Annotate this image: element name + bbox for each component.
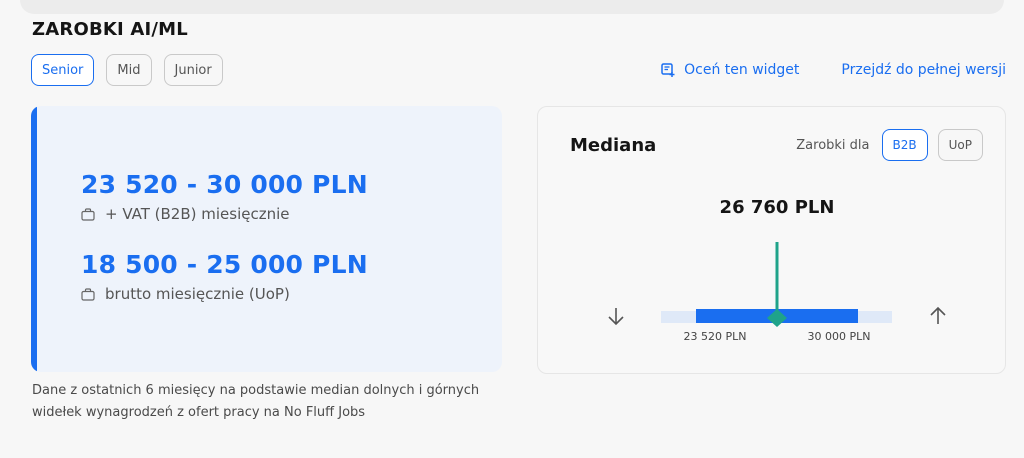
range-lower-label: 23 520 PLN: [684, 330, 747, 343]
range-upper-label: 30 000 PLN: [808, 330, 871, 343]
salary-b2b: 23 520 - 30 000 PLN + VAT (B2B) miesięcz…: [81, 170, 368, 223]
rate-widget-label: Oceń ten widget: [684, 62, 800, 78]
salary-b2b-range: 23 520 - 30 000 PLN: [81, 170, 368, 199]
top-strip-bar: [20, 0, 1004, 14]
median-range-graphic: 23 520 PLN 30 000 PLN: [608, 242, 946, 343]
salary-b2b-desc-label: + VAT (B2B) miesięcznie: [105, 205, 290, 223]
tab-mid[interactable]: Mid: [106, 54, 152, 86]
arrow-down-icon: [608, 308, 624, 326]
header-links: Oceń ten widget Przejdź do pełnej wersji: [660, 62, 1006, 78]
briefcase-icon: [81, 207, 95, 221]
salary-uop-desc: brutto miesięcznie (UoP): [81, 285, 368, 303]
salary-card-accent: [31, 106, 37, 372]
rate-widget-link[interactable]: Oceń ten widget: [660, 62, 799, 78]
level-tabs: Senior Mid Junior: [31, 54, 223, 86]
salary-card: 23 520 - 30 000 PLN + VAT (B2B) miesięcz…: [31, 106, 502, 372]
top-strip: [0, 0, 1024, 14]
median-card: Mediana Zarobki dla B2B UoP 26 760 PLN 2…: [537, 106, 1006, 374]
rate-widget-icon: [661, 63, 675, 77]
full-version-link[interactable]: Przejdź do pełnej wersji: [841, 62, 1006, 78]
briefcase-icon: [81, 287, 95, 301]
tab-junior[interactable]: Junior: [163, 54, 223, 86]
data-source-note: Dane z ostatnich 6 miesięcy na podstawie…: [32, 383, 480, 420]
salary-uop-range: 18 500 - 25 000 PLN: [81, 250, 368, 279]
salary-b2b-desc: + VAT (B2B) miesięcznie: [81, 205, 368, 223]
tab-senior[interactable]: Senior: [31, 54, 95, 86]
page-title: ZAROBKI AI/ML: [32, 19, 188, 40]
arrow-up-icon: [930, 306, 946, 324]
salary-uop-desc-label: brutto miesięcznie (UoP): [105, 285, 290, 303]
salary-uop: 18 500 - 25 000 PLN brutto miesięcznie (…: [81, 250, 368, 303]
